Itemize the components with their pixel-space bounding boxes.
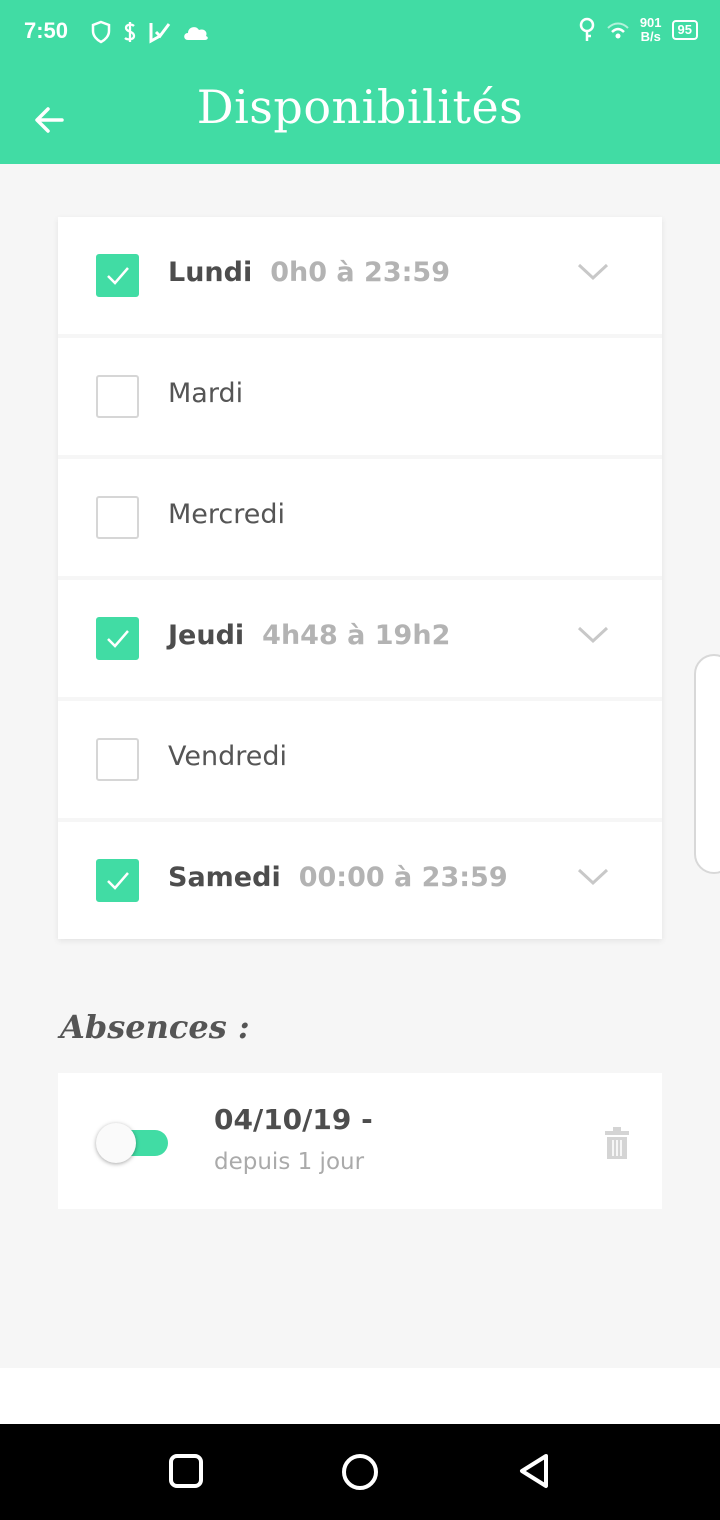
home-icon[interactable] xyxy=(340,1452,380,1492)
status-icons-right: 901 B/s 95 xyxy=(578,16,698,44)
net-speed-unit: B/s xyxy=(640,29,661,44)
back-nav-icon[interactable] xyxy=(516,1452,552,1490)
day-label: Jeudi 4h48 à 19h2 xyxy=(168,620,450,651)
net-speed: 901 B/s xyxy=(640,16,662,44)
chevron-down-icon[interactable] xyxy=(576,261,610,283)
absence-duration: depuis 1 jour xyxy=(214,1149,365,1175)
day-row-vendredi[interactable]: Vendredi xyxy=(58,701,662,818)
absences-title: Absences : xyxy=(60,1008,250,1046)
availability-list: Lundi 0h0 à 23:59 Mardi Mercredi Jeudi 4h4… xyxy=(58,217,662,939)
battery-indicator: 95 xyxy=(671,20,698,40)
day-row-lundi[interactable]: Lundi 0h0 à 23:59 xyxy=(58,217,662,334)
play-check-icon xyxy=(149,23,171,44)
net-speed-value: 901 xyxy=(639,15,662,30)
wifi-icon xyxy=(607,22,629,39)
recents-icon[interactable] xyxy=(168,1452,204,1490)
day-name: Samedi xyxy=(168,862,281,893)
day-checkbox[interactable] xyxy=(96,738,139,781)
system-nav-bar xyxy=(0,1424,720,1520)
absence-toggle[interactable] xyxy=(96,1123,170,1163)
day-row-samedi[interactable]: Samedi 00:00 à 23:59 xyxy=(58,822,662,939)
check-icon xyxy=(107,630,129,648)
trash-icon[interactable] xyxy=(604,1127,630,1159)
day-label: Lundi 0h0 à 23:59 xyxy=(168,257,450,288)
check-icon xyxy=(107,872,129,890)
check-icon xyxy=(107,267,129,285)
day-label: Mercredi xyxy=(168,499,286,530)
day-checkbox[interactable] xyxy=(96,254,139,297)
status-bar: 7:50 901 B/s 95 xyxy=(0,0,720,64)
cloud-icon xyxy=(184,27,208,40)
day-checkbox[interactable] xyxy=(96,375,139,418)
chevron-down-icon[interactable] xyxy=(576,866,610,888)
status-icons-left xyxy=(90,20,210,44)
day-row-mardi[interactable]: Mardi xyxy=(58,338,662,455)
page-title: Disponibilités xyxy=(196,80,524,134)
day-name: Lundi xyxy=(168,257,253,288)
edge-panel-handle[interactable] xyxy=(694,654,720,874)
absence-item: 04/10/19 - depuis 1 jour xyxy=(58,1073,662,1209)
day-time-range: 0h0 à 23:59 xyxy=(270,257,450,288)
toggle-knob xyxy=(96,1123,136,1163)
shield-icon xyxy=(91,20,111,44)
day-name: Jeudi xyxy=(168,620,245,651)
status-time: 7:50 xyxy=(24,18,69,43)
day-checkbox[interactable] xyxy=(96,859,139,902)
day-checkbox[interactable] xyxy=(96,617,139,660)
day-label: Mardi xyxy=(168,378,244,409)
day-row-jeudi[interactable]: Jeudi 4h48 à 19h2 xyxy=(58,580,662,697)
dollar-icon xyxy=(124,22,136,42)
day-checkbox[interactable] xyxy=(96,496,139,539)
app-bar: Disponibilités xyxy=(0,64,720,164)
day-time-range: 4h48 à 19h2 xyxy=(262,620,451,651)
day-label: Vendredi xyxy=(168,741,287,772)
absence-date: 04/10/19 - xyxy=(214,1103,373,1136)
chevron-down-icon[interactable] xyxy=(576,624,610,646)
key-icon xyxy=(579,17,595,41)
bottom-area xyxy=(0,1368,720,1424)
day-time-range: 00:00 à 23:59 xyxy=(298,862,508,893)
day-row-mercredi[interactable]: Mercredi xyxy=(58,459,662,576)
day-label: Samedi 00:00 à 23:59 xyxy=(168,862,508,893)
